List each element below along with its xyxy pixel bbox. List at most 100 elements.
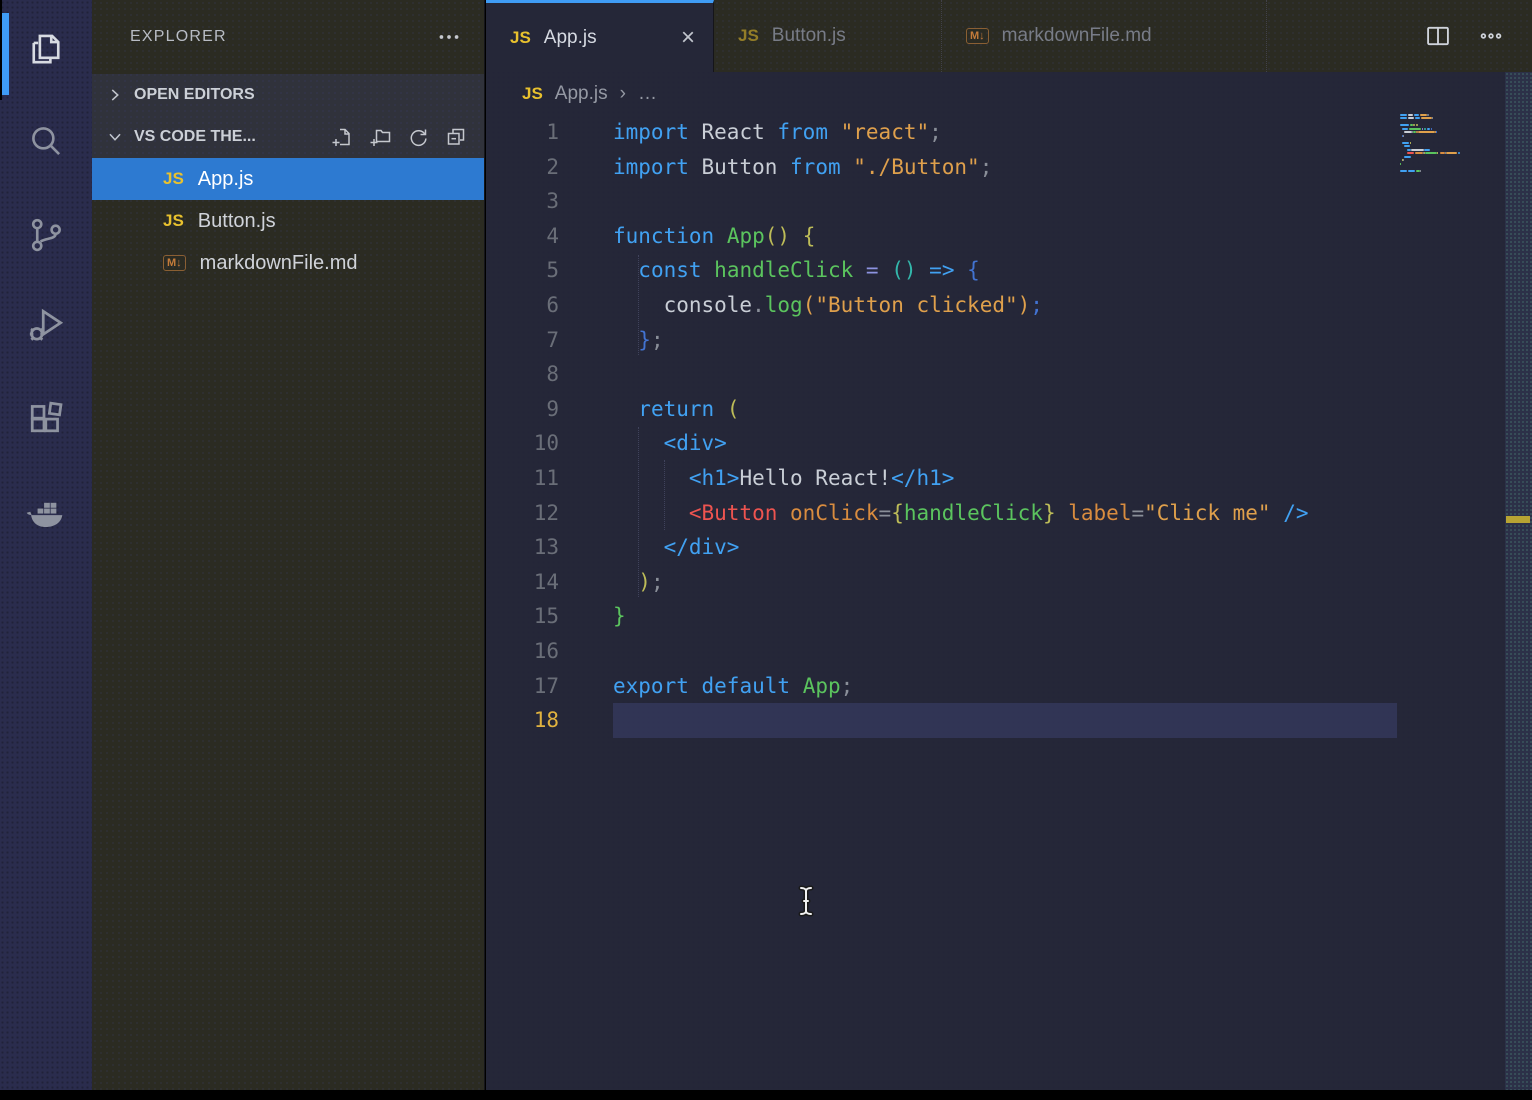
activity-item-docker[interactable]: [0, 468, 92, 560]
activity-item-extensions[interactable]: [0, 376, 92, 468]
code-line[interactable]: 3: [486, 184, 1532, 219]
js-file-icon: JS: [163, 169, 184, 189]
line-number: 16: [486, 634, 576, 669]
code-line[interactable]: 11 <h1>Hello React!</h1>: [486, 461, 1532, 496]
activity-item-explorer[interactable]: [0, 5, 92, 97]
line-number: 7: [486, 323, 576, 358]
line-number: 10: [486, 426, 576, 461]
new-file-icon[interactable]: [330, 125, 354, 149]
code-text: <h1>Hello React!</h1>: [576, 466, 954, 490]
markdown-file-icon: M↓: [966, 28, 989, 44]
debug-icon: [24, 303, 68, 352]
collapse-all-icon[interactable]: [444, 125, 468, 149]
more-actions-icon[interactable]: [1478, 23, 1504, 49]
code-line[interactable]: 5 const handleClick = () => {: [486, 253, 1532, 288]
tab-appjs[interactable]: JS App.js ×: [486, 0, 714, 72]
code-line[interactable]: 2import Button from "./Button";: [486, 150, 1532, 185]
code-text: <div>: [576, 431, 727, 455]
code-line[interactable]: 6 console.log("Button clicked");: [486, 288, 1532, 323]
file-row-buttonjs[interactable]: JS Button.js: [92, 200, 484, 242]
new-folder-icon[interactable]: [368, 125, 392, 149]
js-file-icon: JS: [522, 84, 543, 104]
refresh-icon[interactable]: [406, 125, 430, 149]
line-number: 12: [486, 496, 576, 531]
markdown-file-icon: M↓: [163, 255, 186, 271]
code-line[interactable]: 15}: [486, 599, 1532, 634]
code-line[interactable]: 10 <div>: [486, 426, 1532, 461]
files-icon: [25, 28, 67, 75]
code-line[interactable]: 4function App() {: [486, 219, 1532, 254]
code-line[interactable]: 16: [486, 634, 1532, 669]
code-line[interactable]: 14 );: [486, 565, 1532, 600]
activity-bar: [0, 0, 92, 1090]
tab-markdown[interactable]: M↓ markdownFile.md: [942, 0, 1267, 72]
code-text: export default App;: [576, 674, 853, 698]
code-text: const handleClick = () => {: [576, 258, 980, 282]
vscode-window: EXPLORER OPEN EDITORS VS CODE THE...: [0, 0, 1532, 1100]
extensions-icon: [24, 398, 68, 447]
docker-icon: [23, 489, 69, 540]
window-bottom-edge: [0, 1090, 1532, 1100]
sidebar-more-actions-icon[interactable]: [436, 24, 462, 50]
minimap[interactable]: [1400, 111, 1488, 176]
workspace-section[interactable]: VS CODE THE...: [92, 116, 484, 158]
code-line[interactable]: 7 };: [486, 323, 1532, 358]
code-line[interactable]: 18: [486, 703, 1532, 738]
editor-actions: [1424, 0, 1532, 72]
line-number: 8: [486, 357, 576, 392]
source-control-icon: [25, 214, 67, 261]
line-number: 9: [486, 392, 576, 427]
breadcrumb[interactable]: JS App.js › …: [486, 72, 1532, 115]
line-number: 14: [486, 565, 576, 600]
code-text: import React from "react";: [576, 120, 942, 144]
sidebar-title: EXPLORER: [130, 28, 227, 46]
activity-item-source-control[interactable]: [0, 191, 92, 283]
line-number: 13: [486, 530, 576, 565]
file-name: Button.js: [198, 210, 276, 233]
workspace-label: VS CODE THE...: [134, 128, 256, 146]
open-editors-label: OPEN EDITORS: [134, 86, 255, 104]
line-number: 2: [486, 150, 576, 185]
code-text: }: [576, 604, 626, 628]
sidebar-header: EXPLORER: [92, 0, 484, 74]
code-text: [576, 708, 613, 732]
open-editors-section[interactable]: OPEN EDITORS: [92, 74, 484, 116]
code-line[interactable]: 8: [486, 357, 1532, 392]
tab-buttonjs[interactable]: JS Button.js: [714, 0, 942, 72]
code-line[interactable]: 13 </div>: [486, 530, 1532, 565]
line-number: 15: [486, 599, 576, 634]
file-name: markdownFile.md: [200, 252, 358, 275]
code-text: return (: [576, 397, 739, 421]
code-line[interactable]: 9 return (: [486, 392, 1532, 427]
code-line[interactable]: 17export default App;: [486, 669, 1532, 704]
line-number: 4: [486, 219, 576, 254]
line-number: 18: [486, 703, 576, 738]
code-editor[interactable]: 1import React from "react";2import Butto…: [486, 115, 1532, 1090]
activity-item-search[interactable]: [0, 97, 92, 189]
file-row-appjs[interactable]: JS App.js: [92, 158, 484, 200]
code-text: console.log("Button clicked");: [576, 293, 1043, 317]
code-text: [576, 639, 613, 663]
line-number: 1: [486, 115, 576, 150]
line-number: 5: [486, 253, 576, 288]
code-line[interactable]: 12 <Button onClick={handleClick} label="…: [486, 496, 1532, 531]
breadcrumb-separator: ›: [620, 83, 626, 105]
split-editor-icon[interactable]: [1424, 22, 1452, 50]
chevron-down-icon: [104, 126, 126, 148]
tab-bar: JS App.js × JS Button.js M↓ markdownFile…: [486, 0, 1532, 72]
code-text: function App() {: [576, 224, 815, 248]
code-line[interactable]: 1import React from "react";: [486, 115, 1532, 150]
breadcrumb-file[interactable]: App.js: [555, 83, 608, 105]
code-text: </div>: [576, 535, 739, 559]
code-text: import Button from "./Button";: [576, 155, 992, 179]
close-tab-icon[interactable]: ×: [641, 26, 695, 50]
search-icon: [25, 120, 67, 167]
line-number: 3: [486, 184, 576, 219]
breadcrumb-ellipsis[interactable]: …: [638, 83, 657, 105]
editor-group: JS App.js × JS Button.js M↓ markdownFile…: [486, 0, 1532, 1090]
activity-item-run-debug[interactable]: [0, 281, 92, 373]
text-cursor-pointer: [796, 884, 816, 923]
line-number: 6: [486, 288, 576, 323]
code-text: [576, 362, 613, 386]
file-row-markdown[interactable]: M↓ markdownFile.md: [92, 242, 484, 284]
